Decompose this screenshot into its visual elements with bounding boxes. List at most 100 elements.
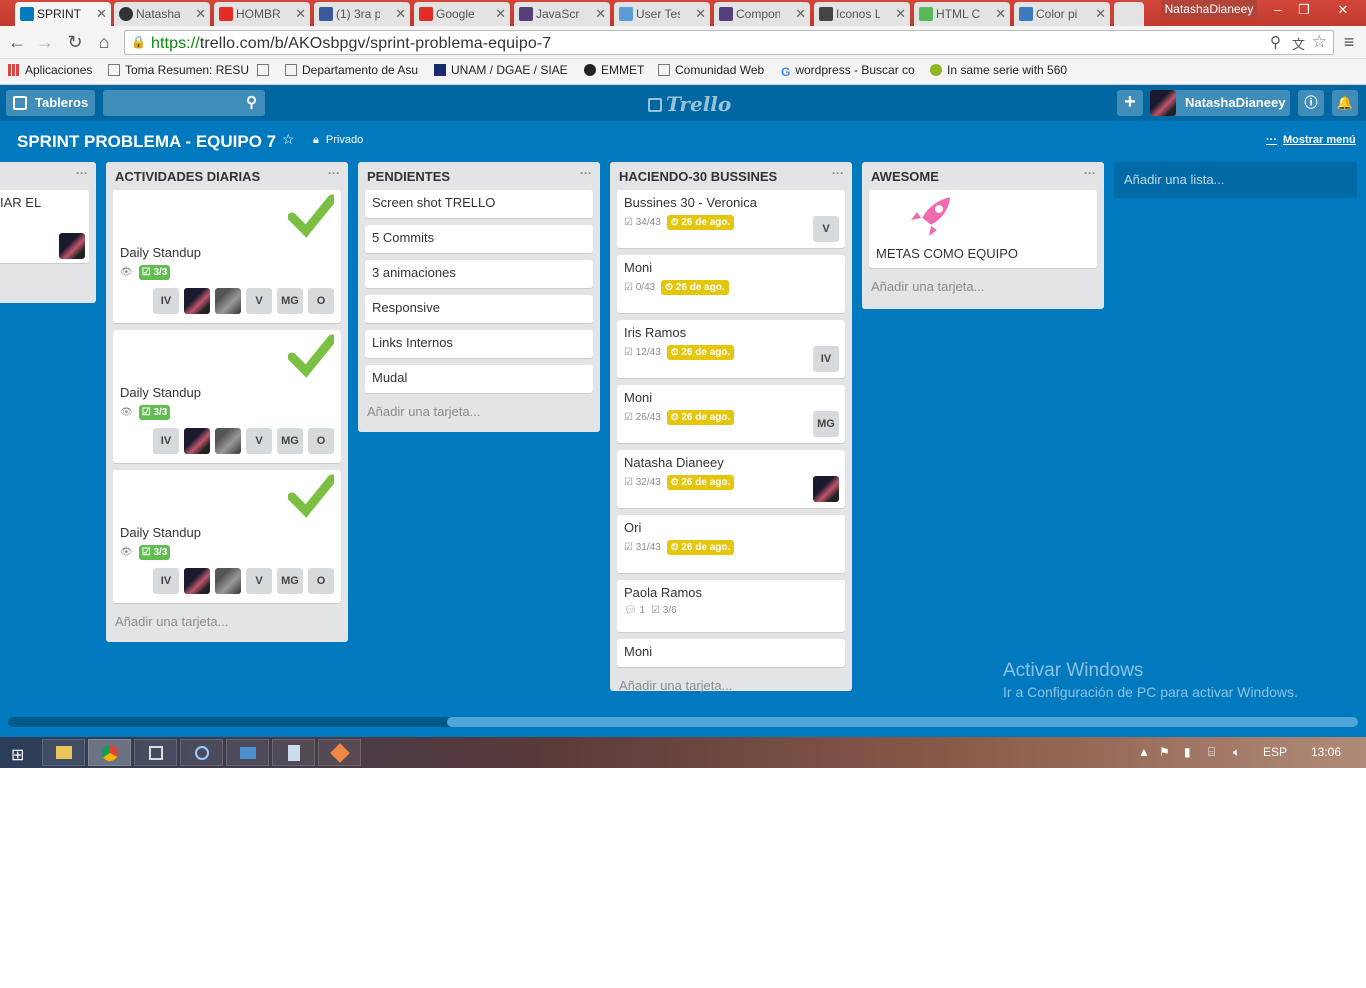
translate-icon[interactable]: 文	[1292, 34, 1305, 53]
notepad-taskbar-icon[interactable]	[272, 739, 315, 766]
add-card-link[interactable]: Añadir una tarjeta...	[106, 610, 348, 637]
card[interactable]: Moni ☑ 26/43 ⏲ 26 de ago. MG	[617, 385, 845, 443]
bookmark-item[interactable]: In same serie with 560	[930, 63, 1067, 77]
bookmark-item[interactable]: EMMET	[584, 63, 644, 77]
volume-icon[interactable]: 🔈︎	[1233, 745, 1240, 760]
app-taskbar-icon[interactable]	[318, 739, 361, 766]
add-list-button[interactable]: Añadir una lista...	[1114, 162, 1357, 198]
add-button[interactable]: +	[1117, 90, 1143, 116]
zoom-icon[interactable]: ⚲	[1270, 33, 1281, 51]
explorer-taskbar-icon[interactable]	[42, 739, 85, 766]
trello-logo[interactable]: Trello	[648, 92, 731, 116]
close-icon[interactable]: ✕	[795, 6, 806, 22]
close-icon[interactable]: ✕	[595, 6, 606, 22]
star-icon[interactable]: ☆	[1312, 32, 1327, 52]
close-icon[interactable]: ✕	[495, 6, 506, 22]
card[interactable]: Moni	[617, 639, 845, 667]
tab-trello[interactable]: SPRINT P✕	[15, 2, 111, 26]
tab-html[interactable]: HTML C ✕	[914, 2, 1010, 26]
tab-components[interactable]: Compon ✕	[714, 2, 810, 26]
star-icon[interactable]: ☆	[282, 131, 295, 148]
card[interactable]: Links Internos	[365, 330, 593, 358]
clock[interactable]: 13:06	[1311, 745, 1341, 759]
close-icon[interactable]: ✕	[1095, 6, 1106, 22]
list-title[interactable]: HACIENDO-30 BUSSINES ···	[610, 162, 852, 190]
tab-google[interactable]: Google ✕	[414, 2, 510, 26]
bookmark-item[interactable]: Gwordpress - Buscar co	[781, 63, 915, 79]
app-taskbar-icon[interactable]	[180, 739, 223, 766]
minimize-icon[interactable]: –	[1268, 0, 1288, 20]
search-input[interactable]: ⚲	[103, 90, 265, 116]
menu-icon[interactable]: ≡	[1338, 32, 1360, 53]
list-menu-icon[interactable]: ···	[328, 166, 340, 180]
url-field[interactable]: 🔒 https://trello.com/b/AKOsbpgv/sprint-p…	[124, 30, 1334, 55]
card[interactable]: Iris Ramos ☑ 12/43 ⏲ 26 de ago. IV	[617, 320, 845, 378]
add-card-link[interactable]: Añadir una tarjeta...	[610, 674, 852, 701]
back-icon[interactable]: ←	[6, 32, 28, 53]
list-title[interactable]: AWESOME ···	[862, 162, 1104, 190]
list-title[interactable]: ACTIVIDADES DIARIAS ···	[106, 162, 348, 190]
close-icon[interactable]: ✕	[195, 6, 206, 22]
battery-icon[interactable]: ▮	[1184, 745, 1191, 759]
close-icon[interactable]: ✕	[995, 6, 1006, 22]
close-icon[interactable]: ✕	[695, 6, 706, 22]
windows-start-icon[interactable]: ⊞	[11, 745, 24, 765]
app-taskbar-icon[interactable]	[134, 739, 177, 766]
tab-javascript[interactable]: JavaScri ✕	[514, 2, 610, 26]
card[interactable]: Daily Standup 👁︎ ☑ 3/3 IV V MG O	[113, 470, 341, 603]
card[interactable]: METAS COMO EQUIPO	[869, 190, 1097, 268]
card[interactable]: 3 animaciones	[365, 260, 593, 288]
member-menu-button[interactable]: NatashaDianeey	[1150, 90, 1290, 116]
close-icon[interactable]: ✕	[96, 6, 107, 22]
show-menu-link[interactable]: ··· Mostrar menú	[1266, 134, 1356, 146]
boards-button[interactable]: Tableros	[6, 90, 95, 116]
language-indicator[interactable]: ESP	[1263, 745, 1287, 759]
card[interactable]: Moni ☑ 0/43 ⏲ 26 de ago.	[617, 255, 845, 313]
close-icon[interactable]: ✕	[295, 6, 306, 22]
notification-bell-icon[interactable]: 🔔	[1332, 90, 1358, 116]
card[interactable]: IAR EL	[0, 190, 89, 263]
bookmark-apps[interactable]: Aplicaciones	[8, 63, 92, 77]
card[interactable]: Natasha Dianeey ☑ 32/43 ⏲ 26 de ago.	[617, 450, 845, 508]
app-taskbar-icon[interactable]	[226, 739, 269, 766]
bookmark-item[interactable]: Departamento de Asu	[285, 63, 418, 77]
board-title[interactable]: SPRINT PROBLEMA - EQUIPO 7	[17, 132, 276, 152]
info-icon[interactable]: ⓘ	[1298, 90, 1324, 116]
card[interactable]: Daily Standup 👁︎ ☑ 3/3 IV V MG O	[113, 330, 341, 463]
list-menu-icon[interactable]: ···	[1084, 166, 1096, 180]
tab-github[interactable]: Natasha ✕	[114, 2, 210, 26]
chrome-taskbar-icon[interactable]	[88, 739, 131, 766]
reload-icon[interactable]: ↻	[64, 32, 86, 53]
list-title[interactable]: PENDIENTES ···	[358, 162, 600, 190]
card[interactable]: Bussines 30 - Veronica ☑ 34/43 ⏲ 26 de ago…	[617, 190, 845, 248]
bookmark-item[interactable]	[257, 63, 274, 77]
card[interactable]: Ori ☑ 31/43 ⏲ 26 de ago.	[617, 515, 845, 573]
tab-facebook[interactable]: (1) 3ra p ✕	[314, 2, 410, 26]
bookmark-item[interactable]: Toma Resumen: RESU	[108, 63, 249, 77]
add-card-link[interactable]: Añadir una tarjeta...	[862, 275, 1104, 302]
network-icon[interactable]: ⌸	[1208, 745, 1215, 760]
tab-color-picker[interactable]: Color pi ✕	[1014, 2, 1110, 26]
home-icon[interactable]: ⌂	[93, 32, 115, 53]
list-menu-icon[interactable]: ···	[76, 166, 88, 180]
card[interactable]: Paola Ramos 💬︎ 1 ☑ 3/6	[617, 580, 845, 632]
card[interactable]: Mudal	[365, 365, 593, 393]
tab-user-test[interactable]: User Tes ✕	[614, 2, 710, 26]
close-icon[interactable]: ✕	[395, 6, 406, 22]
bookmark-item[interactable]: Comunidad Web	[658, 63, 764, 77]
close-icon[interactable]: ✕	[895, 6, 906, 22]
flag-icon[interactable]: ⚑	[1159, 745, 1170, 759]
add-card-link[interactable]: Añadir una tarjeta...	[358, 400, 600, 427]
card[interactable]: Screen shot TRELLO	[365, 190, 593, 218]
list-menu-icon[interactable]: ···	[832, 166, 844, 180]
restore-icon[interactable]: ❐	[1294, 0, 1314, 20]
forward-icon[interactable]: →	[34, 32, 56, 53]
tab-youtube[interactable]: HOMBRE✕	[214, 2, 310, 26]
scrollbar-thumb[interactable]	[447, 717, 1358, 727]
window-close-icon[interactable]: ✕	[1325, 0, 1361, 20]
new-tab-button[interactable]	[1114, 2, 1144, 26]
card[interactable]: Responsive	[365, 295, 593, 323]
bookmark-item[interactable]: UNAM / DGAE / SIAE	[434, 63, 568, 77]
tray-up-icon[interactable]: ▲	[1138, 745, 1150, 759]
card[interactable]: 5 Commits	[365, 225, 593, 253]
